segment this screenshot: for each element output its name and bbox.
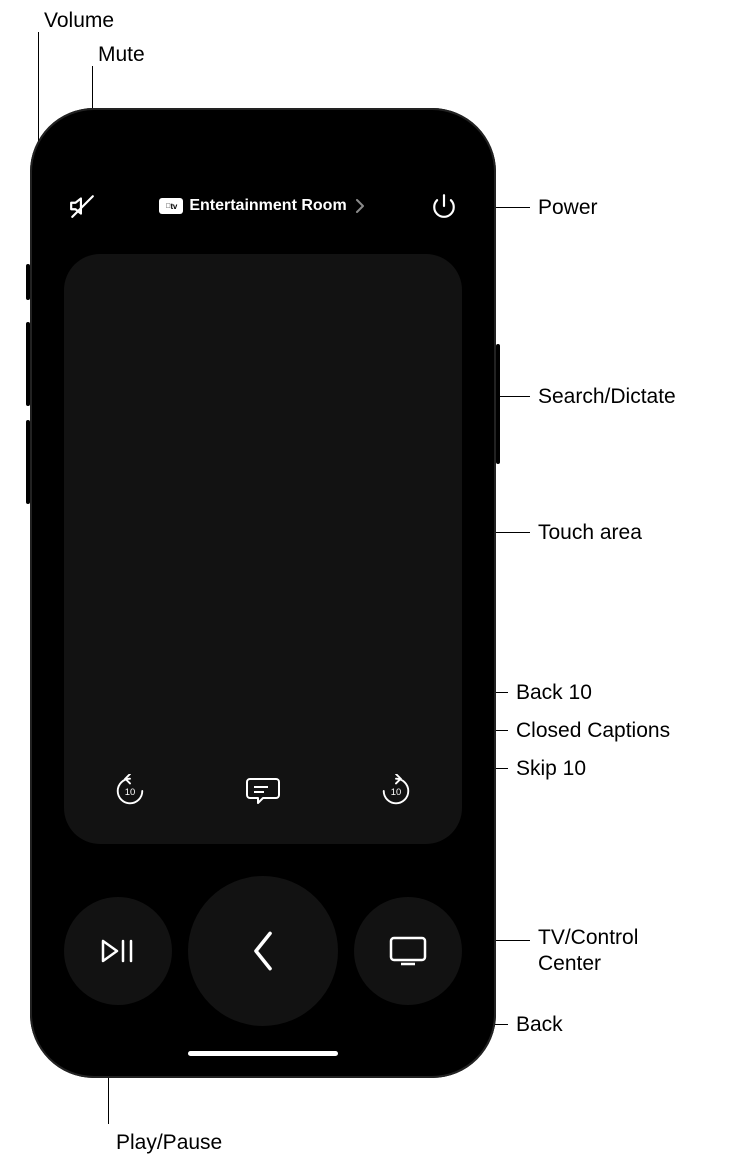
mute-icon	[69, 193, 95, 219]
home-indicator[interactable]	[188, 1051, 338, 1056]
callout-mute: Mute	[98, 42, 145, 68]
back-button[interactable]	[188, 876, 338, 1026]
play-pause-icon	[101, 937, 135, 965]
callout-back: Back	[516, 1012, 563, 1038]
back-10-icon: 10	[113, 774, 147, 808]
touch-area-bottom-row: 10	[64, 756, 462, 826]
callout-tv-control-center: TV/ControlCenter	[538, 925, 698, 978]
skip-10-icon: 10	[379, 774, 413, 808]
device-name-label: Entertainment Room	[189, 197, 346, 215]
callout-back-10: Back 10	[516, 680, 592, 706]
callout-skip-10: Skip 10	[516, 756, 586, 782]
mute-button[interactable]	[62, 186, 102, 226]
callout-touch-area: Touch area	[538, 520, 642, 546]
back-10-button[interactable]: 10	[102, 763, 158, 819]
closed-captions-button[interactable]	[235, 763, 291, 819]
power-button[interactable]	[424, 186, 464, 226]
play-pause-button[interactable]	[64, 897, 172, 1005]
device-selector[interactable]: tv Entertainment Room	[155, 190, 370, 222]
callout-search-dictate: Search/Dictate	[538, 384, 676, 410]
tv-control-center-button[interactable]	[354, 897, 462, 1005]
callout-power: Power	[538, 195, 598, 221]
bottom-button-row	[64, 876, 462, 1026]
closed-captions-icon	[246, 776, 280, 806]
callout-play-pause: Play/Pause	[116, 1130, 222, 1156]
skip-10-button[interactable]: 10	[368, 763, 424, 819]
chevron-left-icon	[250, 931, 276, 971]
svg-text:10: 10	[125, 787, 136, 798]
side-button-hardware[interactable]	[496, 344, 500, 464]
callout-closed-captions: Closed Captions	[516, 718, 670, 744]
tv-icon	[389, 936, 427, 966]
chevron-right-icon	[355, 199, 365, 213]
power-icon	[431, 193, 457, 219]
appletv-badge: tv	[159, 198, 183, 214]
screen: tv Entertainment Room	[40, 118, 486, 1068]
callout-volume: Volume	[44, 8, 114, 34]
svg-text:10: 10	[390, 787, 401, 798]
phone-frame: tv Entertainment Room	[30, 108, 496, 1078]
top-bar: tv Entertainment Room	[62, 184, 464, 228]
touch-area[interactable]: 10	[64, 254, 462, 844]
